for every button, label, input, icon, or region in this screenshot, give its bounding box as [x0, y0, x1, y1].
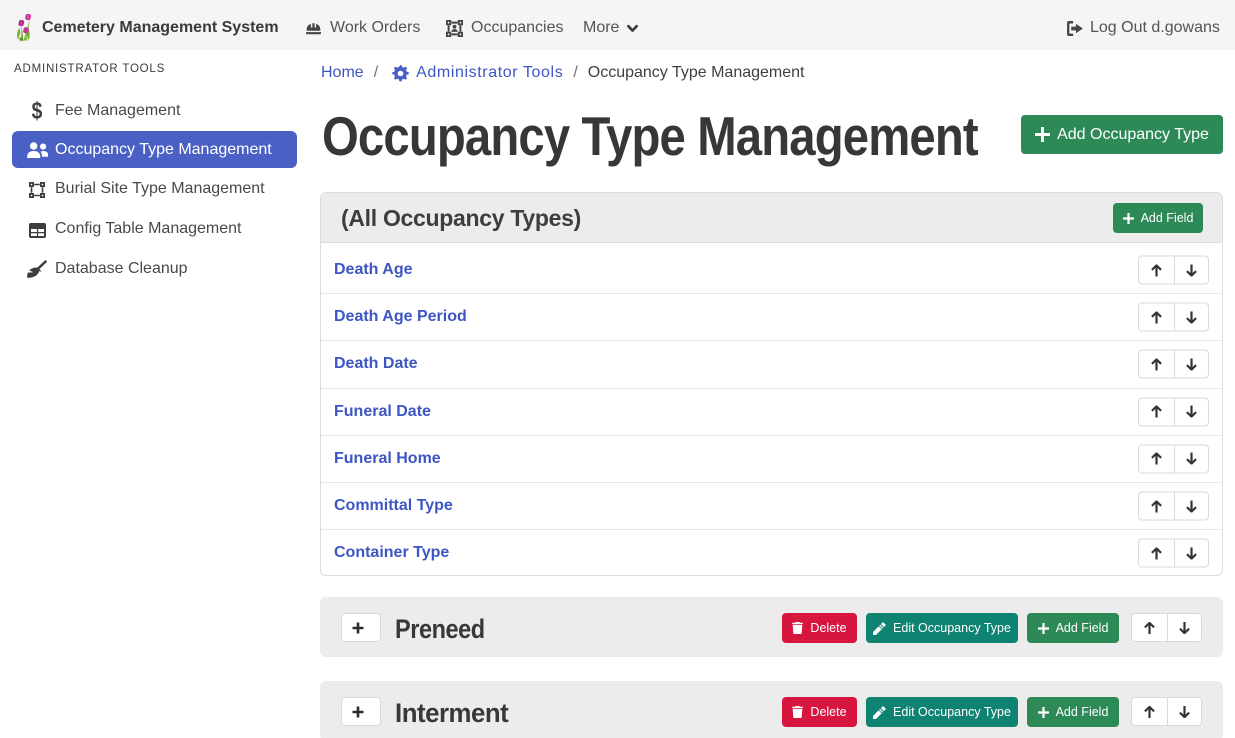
svg-text:$: $: [32, 101, 43, 121]
